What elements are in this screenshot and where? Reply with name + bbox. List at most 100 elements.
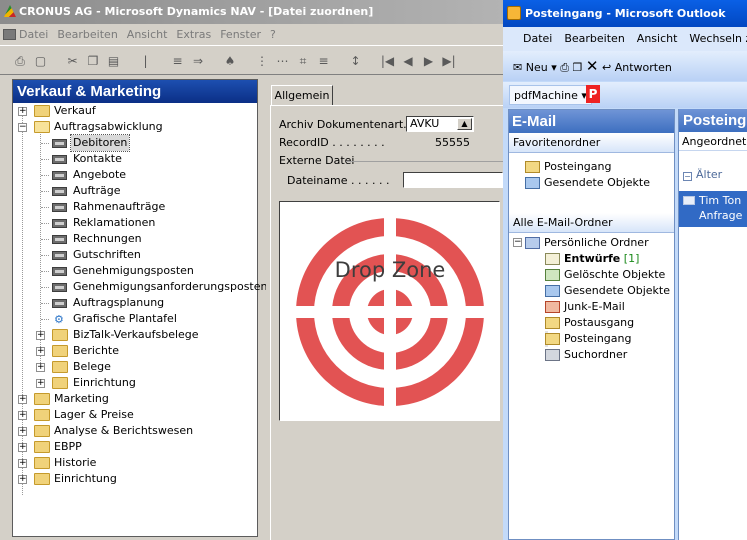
form-icon — [52, 139, 67, 148]
group-older[interactable]: − Älter — [683, 168, 722, 181]
drop-zone[interactable]: Drop Zone — [279, 201, 500, 421]
tree-node[interactable]: Rahmenaufträge — [13, 199, 253, 215]
move-icon[interactable]: ❐ — [573, 61, 583, 74]
nav-menu-ansicht[interactable]: Ansicht — [127, 28, 168, 41]
paste-icon[interactable]: ▤ — [105, 53, 122, 70]
expand-icon[interactable]: + — [18, 107, 27, 116]
expand-icon[interactable]: + — [18, 427, 27, 436]
delete-icon[interactable]: ✕ — [586, 57, 599, 75]
find-icon[interactable]: ♠ — [222, 53, 239, 70]
ol-menu-bearbeiten[interactable]: Bearbeiten — [564, 32, 624, 45]
junk-mail-icon — [545, 301, 560, 313]
tree-node[interactable]: + Marketing — [13, 391, 253, 407]
tree-node[interactable]: + EBPP — [13, 439, 253, 455]
expand-icon[interactable]: + — [18, 411, 27, 420]
nav-titlebar[interactable]: CRONUS AG - Microsoft Dynamics NAV - [Da… — [0, 0, 503, 24]
print-preview-icon[interactable]: ▢ — [32, 53, 49, 70]
print-icon[interactable]: ⎙ — [560, 61, 569, 74]
favorites-header: Favoritenordner — [509, 133, 674, 153]
ol-menu-ansicht[interactable]: Ansicht — [637, 32, 678, 45]
tree-node[interactable]: + Historie — [13, 455, 253, 471]
new-dropdown-icon[interactable]: ▾ — [551, 61, 557, 74]
tree-node[interactable]: Genehmigungsanforderungsposten — [13, 279, 267, 295]
lookup-icon[interactable]: ▲ — [457, 118, 472, 130]
expand-icon[interactable]: + — [18, 459, 27, 468]
tree-node[interactable]: + Einrichtung — [13, 471, 253, 487]
collapse-icon[interactable]: − — [683, 172, 692, 181]
collapse-icon[interactable]: − — [18, 123, 27, 132]
nav-menu-bearbeiten[interactable]: Bearbeiten — [57, 28, 117, 41]
ol-menu-datei[interactable]: Datei — [523, 32, 552, 45]
new-mail-icon[interactable]: ✉ — [513, 61, 522, 74]
outdent-icon[interactable]: ⇒ — [190, 53, 207, 70]
tree-node[interactable]: Reklamationen — [13, 215, 253, 231]
ol-menu-wechseln[interactable]: Wechseln zu — [689, 32, 747, 45]
expand-icon[interactable]: + — [18, 395, 27, 404]
tree-node[interactable]: Genehmigungsposten — [13, 263, 253, 279]
indent-icon[interactable]: ≡ — [169, 53, 186, 70]
tree-node[interactable]: + BizTalk-Verkaufsbelege — [13, 327, 253, 343]
tree-node[interactable]: Rechnungen — [13, 231, 253, 247]
attach-icon[interactable]: | — [137, 53, 154, 70]
archiv-dokumentenart-field[interactable]: AVKU ▲ — [406, 116, 474, 132]
outlook-titlebar[interactable]: Posteingang - Microsoft Outlook — [503, 0, 747, 27]
tree-node[interactable]: − Auftragsabwicklung — [13, 119, 253, 135]
dateiname-field[interactable] — [403, 172, 503, 188]
tree-node[interactable]: + Belege — [13, 359, 253, 375]
first-record-icon[interactable]: |◀ — [379, 53, 396, 70]
drafts-icon — [545, 253, 560, 265]
form-icon — [52, 219, 67, 228]
tree-node[interactable]: ⚙ Grafische Plantafel — [13, 311, 253, 327]
reply-icon[interactable]: ↩ — [602, 61, 611, 74]
tree-node[interactable]: Gutschriften — [13, 247, 253, 263]
nav-menu-help[interactable]: ? — [270, 28, 276, 41]
navigation-pane: Verkauf & Marketing + Verkauf − Auftrags… — [12, 79, 267, 537]
tree-node[interactable]: + Einrichtung — [13, 375, 253, 391]
tree-node[interactable]: + Lager & Preise — [13, 407, 253, 423]
folder-inbox[interactable]: Posteingang — [545, 331, 632, 347]
last-record-icon[interactable]: ▶| — [441, 53, 458, 70]
form-menu-icon[interactable] — [3, 29, 16, 40]
cut-icon[interactable]: ✂ — [64, 53, 81, 70]
tree-node[interactable]: Angebote — [13, 167, 253, 183]
tree-node[interactable]: Aufträge — [13, 183, 253, 199]
pdf-icon[interactable]: P — [586, 85, 600, 103]
nav-menu-fenster[interactable]: Fenster — [220, 28, 261, 41]
copy-icon[interactable]: ❐ — [85, 53, 102, 70]
prev-record-icon[interactable]: ◀ — [400, 53, 417, 70]
expand-icon[interactable]: + — [36, 379, 45, 388]
expand-icon[interactable]: + — [36, 363, 45, 372]
arranged-by[interactable]: Angeordnet n — [679, 132, 747, 151]
new-button[interactable]: Neu — [526, 61, 548, 74]
nav-app-icon — [4, 5, 16, 17]
nav-menu-datei[interactable]: Datei — [19, 28, 48, 41]
expand-icon[interactable]: + — [18, 475, 27, 484]
reply-button[interactable]: Antworten — [615, 61, 672, 74]
filter-icon[interactable]: ≡ — [315, 53, 332, 70]
message-row[interactable]: Tim Ton Anfrage — [679, 191, 747, 227]
tab-allgemein[interactable]: Allgemein — [271, 85, 333, 106]
field-icon[interactable]: ⌗ — [295, 53, 312, 70]
expand-icon[interactable]: + — [36, 347, 45, 356]
pdfmachine-button[interactable]: pdfMachine ▾ — [509, 85, 592, 105]
tree-node[interactable]: + Verkauf — [13, 103, 253, 119]
nav-title: CRONUS AG - Microsoft Dynamics NAV - [Da… — [19, 5, 374, 18]
folder-icon — [34, 457, 50, 469]
collapse-icon[interactable]: − — [513, 238, 522, 247]
nav-menu-extras[interactable]: Extras — [176, 28, 211, 41]
expand-icon[interactable]: + — [18, 443, 27, 452]
list-view-icon[interactable]: ⋮ — [254, 53, 271, 70]
next-record-icon[interactable]: ▶ — [420, 53, 437, 70]
tree-node[interactable]: Auftragsplanung — [13, 295, 253, 311]
expand-icon[interactable]: + — [36, 331, 45, 340]
navigation-pane-header: Verkauf & Marketing — [13, 80, 257, 103]
grid-view-icon[interactable]: ⋯ — [274, 53, 291, 70]
folder-icon — [52, 377, 68, 389]
tree-node[interactable]: + Analyse & Berichtswesen — [13, 423, 253, 439]
sort-icon[interactable]: ↕ — [347, 53, 364, 70]
tree-node[interactable]: Kontakte — [13, 151, 253, 167]
print-icon[interactable]: ⎙ — [12, 53, 29, 70]
outlook-app-icon — [507, 6, 521, 20]
tree-node[interactable]: + Berichte — [13, 343, 253, 359]
tree-node[interactable]: Debitoren — [13, 134, 253, 152]
